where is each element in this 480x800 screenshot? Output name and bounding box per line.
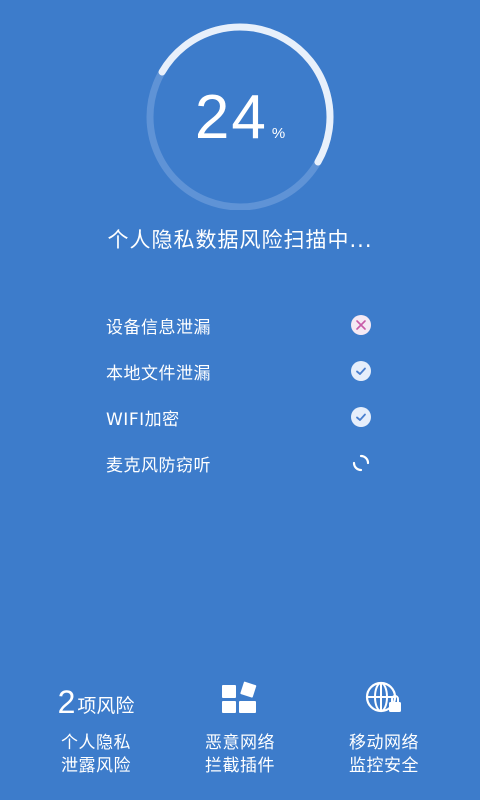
check-item-local-files: 本地文件泄漏	[106, 348, 386, 394]
feature-title-line: 泄露风险	[61, 756, 131, 776]
feature-title: 移动网络 监控安全	[304, 732, 464, 778]
feature-bar: 2 项风险 个人隐私 泄露风险 恶意网络 拦截插件 移动网络 监控安全	[0, 670, 480, 800]
feature-privacy-risk[interactable]: 2 项风险 个人隐私 泄露风险	[16, 670, 176, 778]
check-item-microphone: 麦克风防窃听	[106, 440, 386, 486]
x-circle-icon	[351, 315, 371, 335]
scan-screen: 24% 个人隐私数据风险扫描中... 设备信息泄漏 本地文件泄漏 WIFI加密 …	[0, 0, 480, 800]
scan-status-text: 个人隐私数据风险扫描中...	[107, 228, 373, 252]
feature-malicious-plugin-block[interactable]: 恶意网络 拦截插件	[160, 670, 320, 778]
feature-title-line: 监控安全	[349, 756, 419, 776]
feature-title: 个人隐私 泄露风险	[16, 732, 176, 778]
risk-count: 2 项风险	[16, 670, 176, 726]
check-item-device-info: 设备信息泄漏	[106, 302, 386, 348]
feature-title: 恶意网络 拦截插件	[160, 732, 320, 778]
progress-unit: %	[271, 125, 286, 142]
check-item-wifi-encryption: WIFI加密	[106, 394, 386, 440]
check-circle-icon	[351, 361, 371, 381]
check-item-label: WIFI加密	[106, 409, 180, 430]
risk-count-value: 2	[57, 684, 76, 720]
feature-title-line: 恶意网络	[205, 733, 275, 753]
check-item-label: 设备信息泄漏	[106, 317, 211, 338]
globe-lock-icon	[304, 670, 464, 726]
feature-title-line: 个人隐私	[61, 733, 131, 753]
loading-spinner-icon	[351, 453, 371, 473]
check-list: 设备信息泄漏 本地文件泄漏 WIFI加密 麦克风防窃听	[106, 302, 386, 486]
risk-count-unit: 项风险	[77, 695, 135, 718]
puzzle-blocks-icon	[160, 670, 320, 726]
check-circle-icon	[351, 407, 371, 427]
progress-value: 24	[194, 83, 268, 152]
feature-title-line: 拦截插件	[205, 756, 275, 776]
progress-percent: 24%	[120, 82, 360, 153]
feature-mobile-network-monitor[interactable]: 移动网络 监控安全	[304, 670, 464, 778]
check-item-label: 麦克风防窃听	[106, 455, 211, 476]
progress-ring: 24%	[120, 0, 360, 210]
check-item-label: 本地文件泄漏	[106, 363, 211, 384]
feature-title-line: 移动网络	[349, 733, 419, 753]
